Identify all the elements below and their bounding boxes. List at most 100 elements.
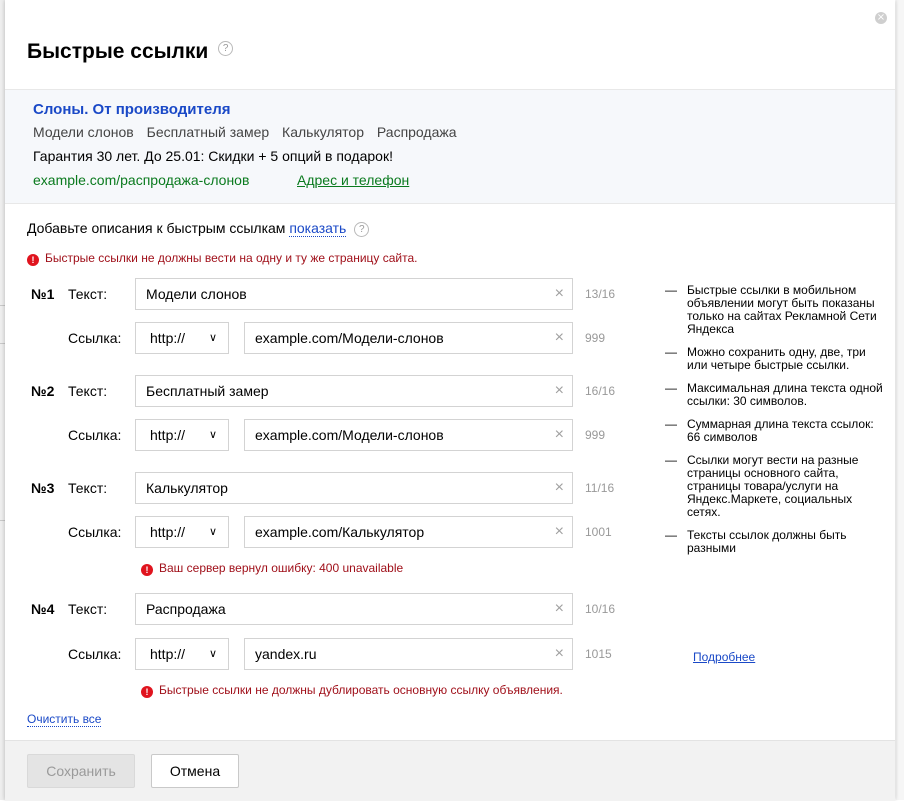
text-counter: 16/16 [585,384,616,398]
text-counter: 13/16 [585,287,616,301]
clear-icon[interactable]: × [555,279,564,309]
sitelinks-dialog: × Быстрые ссылки ? Слоны. От производите… [5,0,895,801]
error-icon: ! [27,254,39,266]
tip-text: Максимальная длина текста одной ссылки: … [687,381,883,408]
url-counter: 1001 [585,525,612,539]
chevron-down-icon: ∨ [208,332,217,344]
tip-item: — Суммарная длина текста ссылок: 66 симво… [665,418,885,444]
link-label: Ссылка: [68,427,122,443]
url-counter: 1015 [585,647,612,661]
clear-icon[interactable]: × [555,376,564,406]
background-page-right [896,0,904,800]
dialog-title-text: Быстрые ссылки [27,40,209,63]
tips-panel: — Быстрые ссылки в мобильном объявлении м… [665,284,885,565]
sitelink-url-value: example.com/Модели-слонов [255,427,444,443]
preview-sitelink: Модели слонов [33,124,134,140]
chevron-down-icon: ∨ [208,648,217,660]
link-label: Ссылка: [68,524,122,540]
ad-text: Гарантия 30 лет. До 25.01: Скидки + 5 оп… [33,148,393,164]
sitelink-number: №2 [31,383,55,399]
tip-text: Суммарная длина текста ссылок: 66 символ… [687,417,874,444]
sitelink-number: №3 [31,480,55,496]
url-counter: 999 [585,428,606,442]
sitelink-url-value: example.com/Калькулятор [255,524,425,540]
tip-item: — Быстрые ссылки в мобильном объявлении м… [665,284,885,336]
help-icon[interactable]: ? [218,40,234,56]
text-label: Текст: [68,480,108,496]
tip-dash: — [665,528,677,542]
protocol-select[interactable]: http:// ∨ [135,516,229,548]
sitelink-text-input[interactable]: Бесплатный замер × [135,375,573,407]
protocol-select[interactable]: http:// ∨ [135,638,229,670]
tip-item: — Можно сохранить одну, две, три или четы… [665,346,885,372]
protocol-value: http:// [150,646,186,662]
sitelink-url-input[interactable]: example.com/Модели-слонов × [244,322,573,354]
text-counter: 11/16 [585,481,615,495]
descriptions-row: Добавьте описания к быстрым ссылкам пока… [27,220,370,237]
tip-dash: — [665,345,677,359]
clear-icon[interactable]: × [555,473,564,503]
tip-dash: — [665,417,677,431]
text-label: Текст: [68,383,108,399]
link-label: Ссылка: [68,330,122,346]
tip-item: — Тексты ссылок должны быть разными [665,529,885,555]
sitelink-text-value: Модели слонов [146,286,247,302]
preview-sitelinks: Модели слонов Бесплатный замер Калькулят… [33,124,466,140]
protocol-value: http:// [150,524,186,540]
preview-sitelink: Распродажа [376,124,457,140]
clear-all-link[interactable]: Очистить все [27,712,102,727]
link-label: Ссылка: [68,646,122,662]
tip-text: Быстрые ссылки в мобильном объявлении мо… [687,283,877,336]
sitelink-text-value: Бесплатный замер [146,383,269,399]
error-text: Быстрые ссылки не должны дублировать осн… [159,683,563,697]
descriptions-prompt: Добавьте описания к быстрым ссылкам [27,220,286,236]
dialog-title: Быстрые ссылки ? [27,40,234,64]
clear-icon[interactable]: × [555,594,564,624]
clear-icon[interactable]: × [555,420,564,450]
tip-text: Можно сохранить одну, две, три или четыр… [687,345,866,372]
show-descriptions-link[interactable]: показать [289,220,347,237]
text-label: Текст: [68,601,108,617]
sitelink-text-input[interactable]: Распродажа × [135,593,573,625]
tip-text: Ссылки могут вести на разные страницы ос… [687,453,859,519]
chevron-down-icon: ∨ [208,526,217,538]
ad-display-url: example.com/распродажа-слонов [33,172,250,188]
more-info-link[interactable]: Подробнее [693,650,755,664]
error-icon: ! [141,564,153,576]
error-text: Ваш сервер вернул ошибку: 400 unavailabl… [159,561,404,575]
error-icon: ! [141,686,153,698]
tip-dash: — [665,283,677,297]
sitelink-number: №4 [31,601,55,617]
sitelink-url-input[interactable]: yandex.ru × [244,638,573,670]
ad-contacts-link: Адрес и телефон [297,172,410,188]
tip-dash: — [665,381,677,395]
save-button[interactable]: Сохранить [27,754,135,788]
clear-icon[interactable]: × [555,323,564,353]
preview-sitelink: Бесплатный замер [146,124,270,140]
error-text: Быстрые ссылки не должны вести на одну и… [45,251,418,265]
error-message: ! Быстрые ссылки не должны вести на одну … [27,251,418,266]
close-icon[interactable]: × [875,12,887,24]
sitelink-text-value: Калькулятор [146,480,228,496]
preview-sitelink: Калькулятор [282,124,365,140]
ad-preview: Слоны. От производителя Модели слонов Бе… [5,89,895,204]
protocol-value: http:// [150,427,186,443]
protocol-select[interactable]: http:// ∨ [135,419,229,451]
sitelink-url-input[interactable]: example.com/Калькулятор × [244,516,573,548]
sitelink-text-input[interactable]: Калькулятор × [135,472,573,504]
protocol-select[interactable]: http:// ∨ [135,322,229,354]
help-icon[interactable]: ? [354,221,370,237]
cancel-button[interactable]: Отмена [151,754,239,788]
sitelink-url-input[interactable]: example.com/Модели-слонов × [244,419,573,451]
text-label: Текст: [68,286,108,302]
chevron-down-icon: ∨ [208,429,217,441]
tip-dash: — [665,453,677,467]
clear-icon[interactable]: × [555,639,564,669]
tip-item: — Ссылки могут вести на разные страницы о… [665,454,885,519]
sitelink-url-value: example.com/Модели-слонов [255,330,444,346]
clear-icon[interactable]: × [555,517,564,547]
error-message: ! Ваш сервер вернул ошибку: 400 unavailab… [141,561,403,576]
sitelink-text-input[interactable]: Модели слонов × [135,278,573,310]
text-counter: 10/16 [585,602,616,616]
tip-text: Тексты ссылок должны быть разными [687,528,847,555]
